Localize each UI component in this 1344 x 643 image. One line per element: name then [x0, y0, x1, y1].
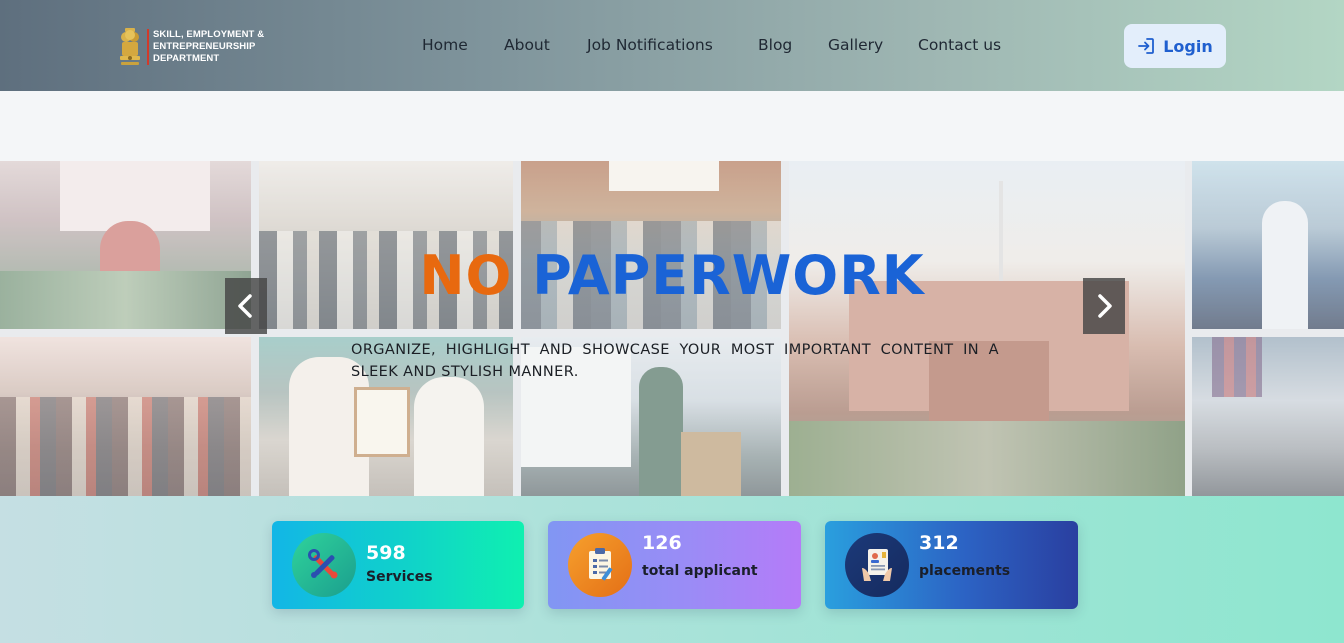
hero-subtitle: ORGANIZE, HIGHLIGHT AND SHOWCASE YOUR MO… [351, 342, 999, 380]
site-header: SKILL, EMPLOYMENT & ENTREPRENEURSHIP DEP… [0, 0, 1344, 91]
login-label: Login [1163, 36, 1213, 56]
stat-applicant-label: total applicant [642, 563, 758, 579]
carousel-prev-button[interactable] [225, 278, 267, 334]
stat-card-placements[interactable]: 312 placements [825, 521, 1078, 609]
nav-gallery[interactable]: Gallery [828, 36, 883, 54]
stat-card-applicants[interactable]: 126 total applicant [548, 521, 801, 609]
chevron-left-icon [238, 294, 252, 318]
hero-title-highlight: NO [419, 244, 513, 307]
nav-blog[interactable]: Blog [758, 36, 792, 54]
login-button[interactable]: Login [1124, 24, 1226, 68]
nav-contact-us[interactable]: Contact us [918, 36, 1001, 54]
gallery-photo-exhibition [1192, 337, 1344, 496]
gallery-photo-event-2 [0, 337, 251, 496]
hero-carousel: NO PAPERWORK ORGANIZE, HIGHLIGHT AND SHO… [0, 161, 1344, 496]
carousel-next-button[interactable] [1083, 278, 1125, 334]
stat-services-value: 598 [366, 542, 406, 564]
stat-services-label: Services [366, 569, 433, 585]
hero-title: NO PAPERWORK [0, 243, 1344, 309]
gallery-photo-assembly-building [789, 161, 1185, 496]
stats-section: 598 Services 126 total applicant 312 pla… [0, 496, 1344, 643]
hero-title-main: PAPERWORK [532, 244, 925, 307]
chevron-right-icon [1098, 294, 1112, 318]
login-arrow-icon [1138, 38, 1155, 54]
checklist-icon [568, 533, 632, 597]
tools-icon [292, 533, 356, 597]
nav-home[interactable]: Home [422, 36, 468, 54]
stat-placements-value: 312 [919, 532, 959, 554]
nav-job-notifications[interactable]: Job Notifications [587, 36, 713, 54]
stat-applicant-value: 126 [642, 532, 682, 554]
resume-icon [845, 533, 909, 597]
stat-placements-label: placements [919, 563, 1011, 579]
stat-card-services[interactable]: 598 Services [272, 521, 524, 609]
nav-about[interactable]: About [504, 36, 550, 54]
